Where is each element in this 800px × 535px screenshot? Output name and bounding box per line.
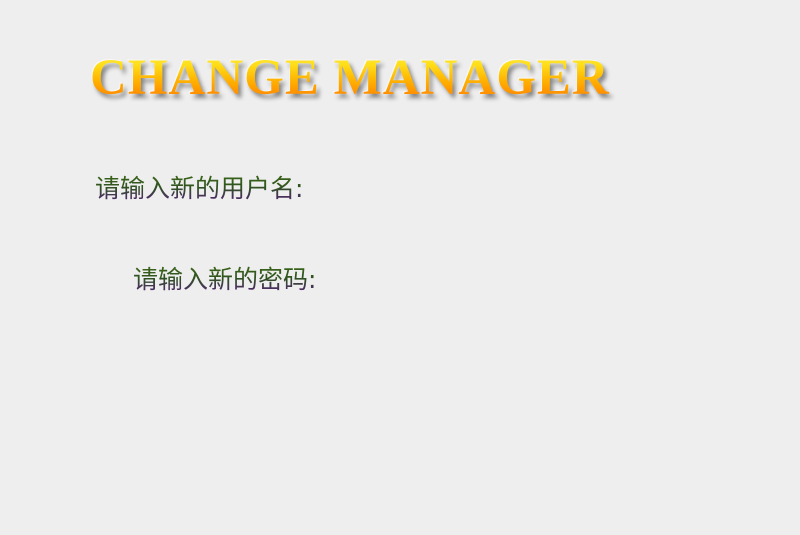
new-username-label: 请输入新的用户名:: [95, 172, 303, 206]
page-title: CHANGE MANAGER: [90, 46, 700, 110]
new-password-label: 请输入新的密码:: [133, 263, 316, 297]
